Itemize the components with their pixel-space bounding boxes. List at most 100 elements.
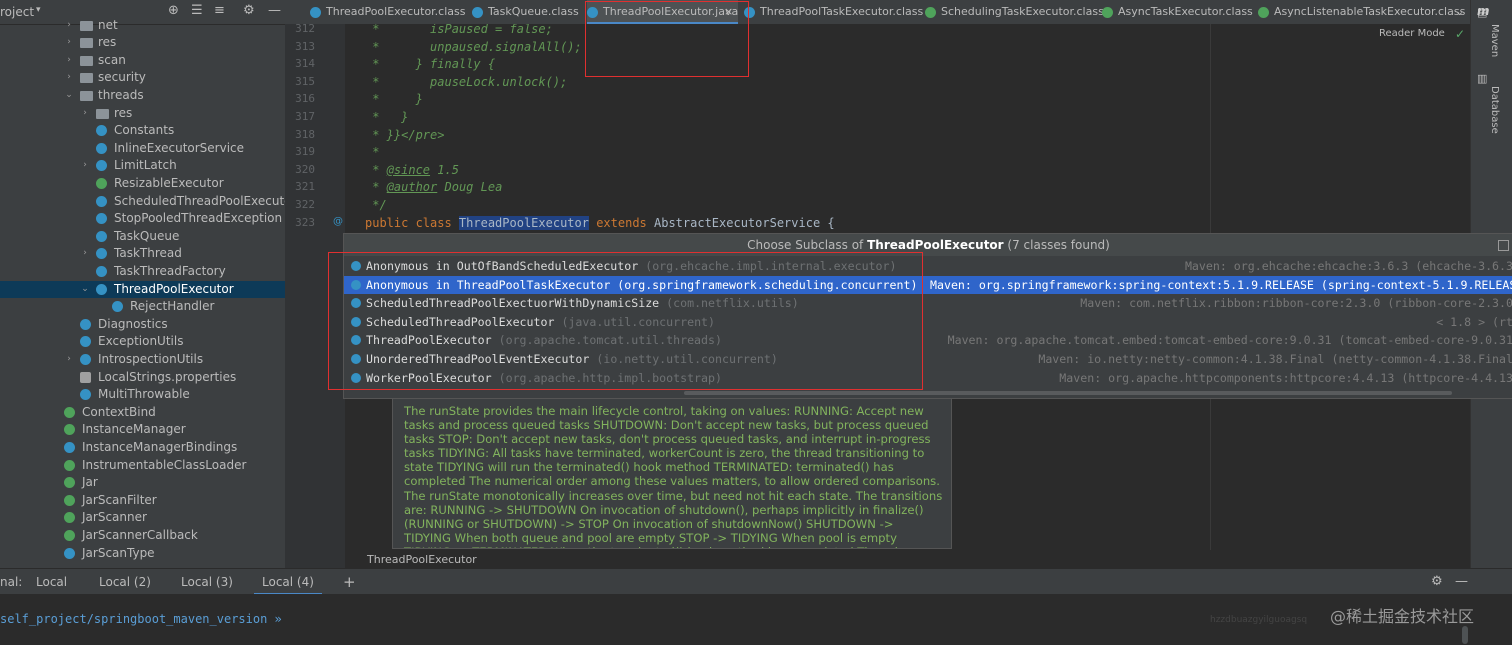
tree-item[interactable]: InstanceManager [0,421,285,439]
tree-item[interactable]: Jar [0,474,285,492]
code-line: */ [365,198,387,212]
run-tab-local-4[interactable]: Local (4) [254,569,322,595]
maven-source: < 1.8 > (rt [1436,314,1512,329]
tree-item[interactable]: ResizableExecutor [0,175,285,193]
implemented-marker-icon[interactable]: @ [333,216,343,227]
chevron-right-icon[interactable]: › [80,105,90,123]
tree-item-label: InstanceManager [82,422,186,437]
breadcrumb[interactable]: ThreadPoolExecutor [367,553,477,566]
tree-item[interactable]: JarScanFilter [0,492,285,510]
tree-item[interactable]: InlineExecutorService [0,140,285,158]
m-icon[interactable]: m [1477,4,1490,18]
chevron-right-icon[interactable]: › [64,351,74,369]
tree-item[interactable]: ⌄ threads [0,87,285,105]
line-number: 318 [295,127,315,141]
tree-item[interactable]: Diagnostics [0,316,285,334]
tree-item[interactable]: InstrumentableClassLoader [0,457,285,475]
chevron-right-icon[interactable]: › [64,52,74,70]
run-tab-local-2[interactable]: Local (2) [99,569,151,595]
tree-item[interactable]: TaskThreadFactory [0,263,285,281]
tree-item[interactable]: › TaskThread [0,245,285,263]
interface-icon [96,177,107,189]
tree-item[interactable]: › res [0,105,285,123]
tab-1[interactable]: TaskQueue.class [472,0,581,24]
tree-item[interactable]: ContextBind [0,404,285,422]
maven-source: Maven: org.apache.httpcomponents:httpcor… [1059,370,1512,385]
superclass-name[interactable]: AbstractExecutorService { [654,216,835,230]
chevron-right-icon[interactable]: › [64,17,74,35]
minimize-icon[interactable]: — [1455,569,1468,595]
chevron-down-icon[interactable]: ▾ [36,5,41,15]
tree-item[interactable]: ScheduledThreadPoolExecutor [0,193,285,211]
tree-item[interactable]: › net [0,17,285,35]
tree-item[interactable]: RejectHandler [0,298,285,316]
reader-mode-button[interactable]: Reader Mode [1379,28,1445,39]
tree-item[interactable]: › IntrospectionUtils [0,351,285,369]
tree-item-label: LocalStrings.properties [98,369,237,384]
chevron-down-icon[interactable]: ⌄ [64,87,74,105]
interface-icon [925,7,936,18]
database-tool-label[interactable]: Database [1489,86,1500,134]
tree-item[interactable]: MultiThrowable [0,386,285,404]
class-icon [80,318,91,330]
tree-item[interactable]: JarScannerCallback [0,527,285,545]
line-number: 321 [295,180,315,194]
chevron-right-icon[interactable]: › [64,34,74,52]
class-icon [80,336,91,348]
tree-item[interactable]: ExceptionUtils [0,333,285,351]
maven-source: Maven: org.apache.tomcat.embed:tomcat-em… [947,333,1512,348]
gear-icon[interactable]: ⚙ [1431,569,1443,595]
line-number: 312 [295,22,315,35]
tree-item[interactable]: › scan [0,52,285,70]
tab-overflow-icon[interactable]: ⌄ [1455,0,1464,24]
tree-item[interactable]: JarScanType [0,545,285,563]
folder-icon [96,108,109,119]
interface-icon [64,477,75,489]
tree-item[interactable]: LocalStrings.properties [0,369,285,387]
class-icon [96,265,107,277]
line-number: 319 [295,145,315,159]
tree-item[interactable]: › res [0,34,285,52]
tree-item-label: threads [98,87,144,102]
class-name[interactable]: ThreadPoolExecutor [458,215,589,230]
code-line: * @author Doug Lea [365,180,503,195]
pin-icon[interactable] [1498,240,1509,251]
tree-item[interactable]: StopPooledThreadException [0,210,285,228]
run-tab-local[interactable]: Local [36,569,67,595]
javadoc-tag: @since [386,162,431,177]
console-scrollbar[interactable] [1462,626,1468,644]
tree-item[interactable]: › security [0,69,285,87]
chevron-right-icon[interactable]: › [64,69,74,87]
add-tab-button[interactable]: + [343,569,356,595]
tab-label: ThreadPoolTaskExecutor.class [760,5,924,18]
chevron-right-icon[interactable]: › [80,157,90,175]
tree-item-label: JarScanFilter [82,492,157,507]
tab-3[interactable]: ThreadPoolTaskExecutor.class [744,0,923,24]
tree-item[interactable]: ⌄ ThreadPoolExecutor [0,280,285,299]
maven-tool-label[interactable]: Maven [1489,24,1500,57]
database-icon[interactable]: ▥ [1477,72,1487,85]
tree-item[interactable]: TaskQueue [0,228,285,246]
tab-0[interactable]: ThreadPoolExecutor.class [310,0,466,24]
tab-6[interactable]: AsyncListenableTaskExecutor.class [1258,0,1465,24]
class-icon [112,301,123,313]
code-line: * @since 1.5 [365,162,459,177]
tree-item[interactable]: JarScanner [0,509,285,527]
code-line: public class ThreadPoolExecutor extends … [365,215,835,230]
class-icon [96,248,107,260]
tab-5[interactable]: AsyncTaskExecutor.class [1102,0,1253,24]
chevron-down-icon[interactable]: ⌄ [80,281,90,299]
horizontal-scrollbar[interactable] [684,391,1452,395]
tree-item[interactable]: Constants [0,122,285,140]
run-tab-local-3[interactable]: Local (3) [181,569,233,595]
tree-item[interactable]: › LimitLatch [0,157,285,175]
line-number: 316 [295,92,315,106]
tree-item[interactable]: InstanceManagerBindings [0,439,285,457]
tab-4[interactable]: SchedulingTaskExecutor.class [925,0,1104,24]
tree-item-label: security [98,70,146,85]
tree-item-label: ContextBind [82,404,156,419]
tree-item-label: res [98,35,117,50]
check-icon: ✓ [1455,27,1466,41]
chevron-right-icon[interactable]: › [80,245,90,263]
code-line: * unpaused.signalAll(); [365,39,582,54]
